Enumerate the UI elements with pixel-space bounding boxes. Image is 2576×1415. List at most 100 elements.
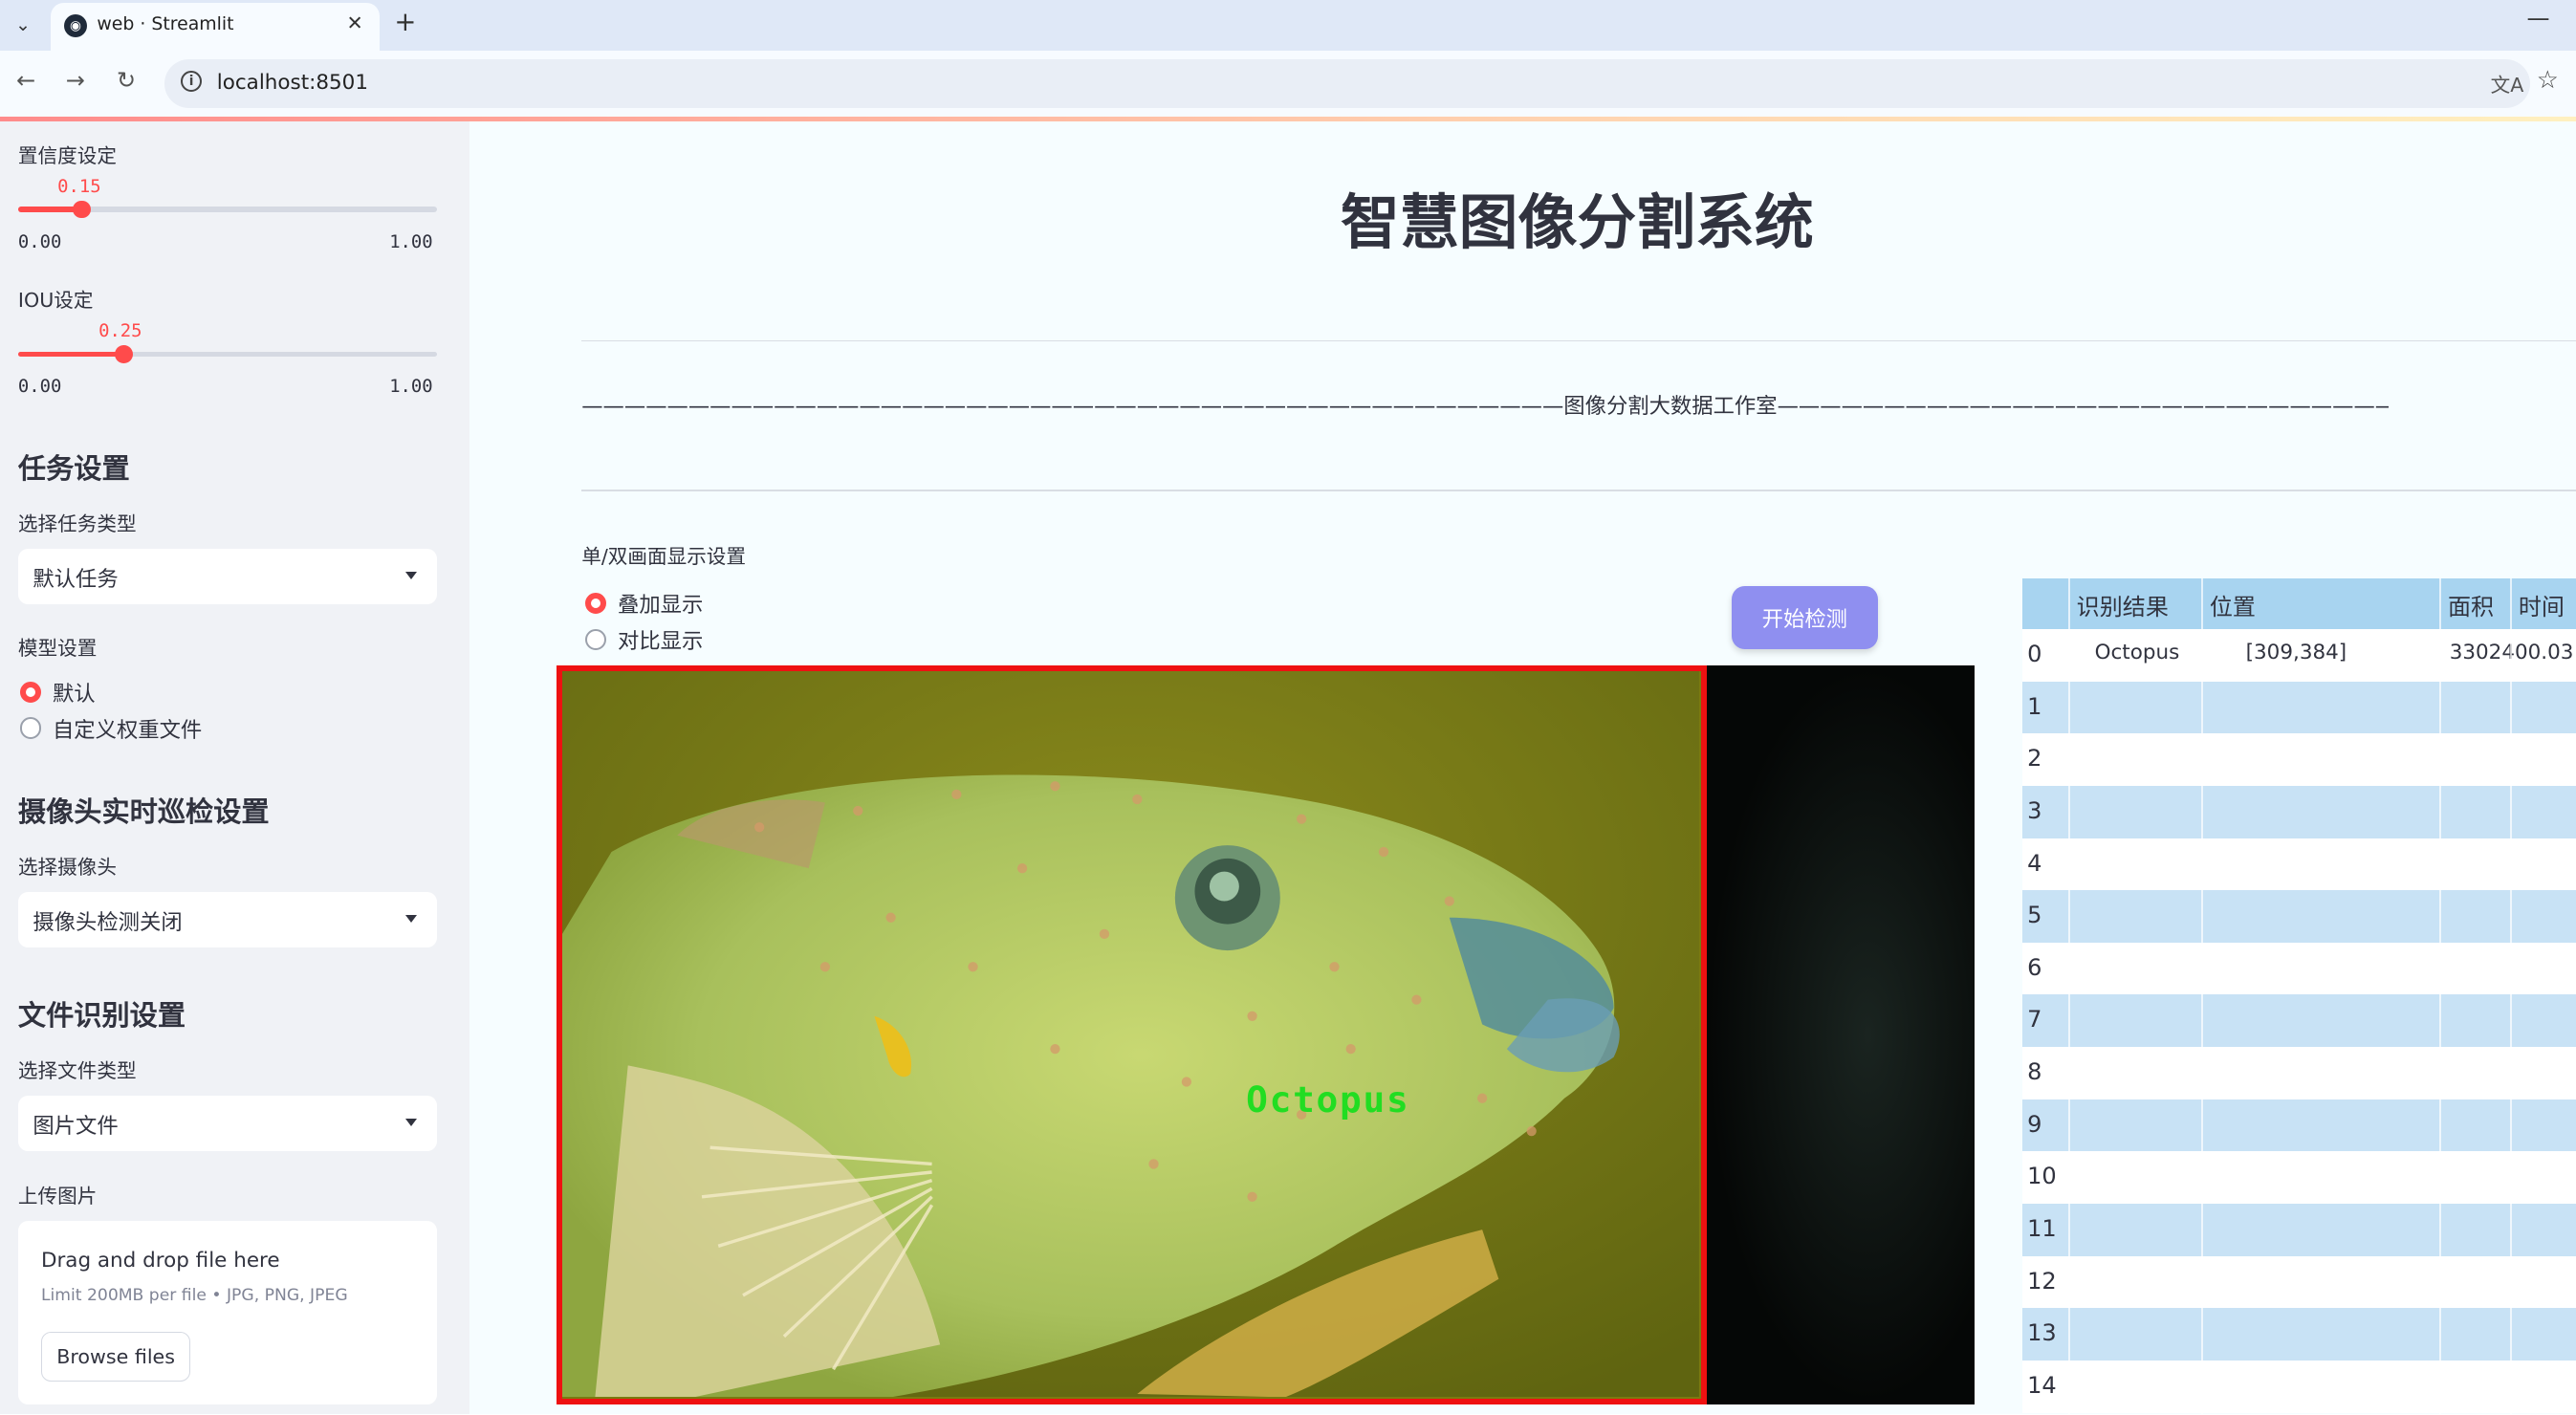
file-settings-header: 文件识别设置 [17, 999, 186, 1033]
camera-select-value: 摄像头检测关闭 [33, 909, 183, 935]
fish-illustration [562, 670, 1700, 1398]
row-index: 10 [2027, 1163, 2057, 1190]
image-dark-margin [1707, 664, 1976, 1404]
dropzone-limit: Limit 200MB per file • JPG, PNG, JPEG [40, 1286, 348, 1306]
browse-files-button[interactable]: Browse files [40, 1332, 191, 1382]
row-index: 8 [2027, 1058, 2042, 1086]
display-option-label: 对比显示 [617, 628, 704, 654]
forward-arrow-icon[interactable]: → [66, 67, 85, 94]
tab-search-chevron-icon[interactable]: ⌄ [7, 9, 39, 41]
new-tab-icon[interactable]: + [394, 7, 416, 37]
table-row[interactable]: 4 [2021, 838, 2576, 891]
dropzone-title: Drag and drop file here [40, 1248, 280, 1273]
divider [581, 489, 2576, 491]
confidence-value: 0.15 [57, 175, 101, 197]
cell-position: [309,384] [2245, 641, 2347, 665]
iou-slider[interactable] [17, 344, 437, 363]
confidence-label: 置信度设定 [17, 144, 117, 168]
row-index: 7 [2027, 1006, 2042, 1034]
file-type-label: 选择文件类型 [17, 1059, 137, 1082]
column-header-area[interactable]: 面积 [2448, 588, 2494, 621]
iou-min: 0.00 [17, 376, 62, 398]
row-index: 9 [2027, 1110, 2042, 1138]
address-bar[interactable]: i localhost:8501 文A ☆ [164, 58, 2559, 109]
row-index: 0 [2027, 641, 2042, 668]
result-image-panel: Octopus [557, 664, 1976, 1404]
bookmark-star-icon[interactable]: ☆ [2537, 66, 2559, 95]
task-type-value: 默认任务 [33, 566, 119, 592]
model-radio-custom[interactable]: 自定义权重文件 [19, 713, 203, 744]
table-row[interactable]: 11 [2021, 1204, 2576, 1256]
radio-selected-icon[interactable] [19, 681, 41, 703]
translate-icon[interactable]: 文A [2491, 69, 2524, 98]
row-index: 1 [2027, 692, 2042, 720]
table-header: 识别结果 位置 面积 时间 [2021, 577, 2576, 630]
row-index: 4 [2027, 849, 2042, 877]
table-row[interactable]: 5 [2021, 890, 2576, 944]
iou-max: 1.00 [389, 376, 433, 398]
table-row[interactable]: 14 [2021, 1360, 2576, 1413]
model-settings-label: 模型设置 [17, 637, 98, 661]
window-minimize-icon[interactable]: — [2526, 5, 2549, 32]
confidence-slider-thumb[interactable] [73, 200, 91, 219]
column-header-time[interactable]: 时间 [2519, 588, 2565, 621]
display-mode-label: 单/双画面显示设置 [581, 545, 747, 569]
url-text[interactable]: localhost:8501 [217, 71, 368, 95]
model-radio-default[interactable]: 默认 [19, 677, 96, 708]
tab-title: web · Streamlit [97, 12, 234, 34]
table-row[interactable]: 13 [2021, 1308, 2576, 1361]
browser-nav-bar: ← → ↻ i localhost:8501 文A ☆ [0, 51, 2576, 117]
iou-value: 0.25 [98, 320, 142, 342]
table-row[interactable]: 3 [2021, 785, 2576, 838]
column-header-result[interactable]: 识别结果 [2077, 588, 2169, 621]
browser-tab[interactable]: ◉ web · Streamlit ✕ [51, 3, 380, 52]
table-row[interactable]: 6 [2021, 942, 2576, 995]
confidence-slider[interactable] [17, 200, 437, 219]
chevron-down-icon [405, 571, 418, 579]
table-row[interactable]: 10 [2021, 1151, 2576, 1205]
table-row[interactable]: 9 [2021, 1099, 2576, 1152]
page-title: 智慧图像分割系统 [1341, 188, 1814, 258]
display-radio-compare[interactable]: 对比显示 [584, 624, 704, 655]
column-divider [2439, 577, 2442, 1415]
radio-unselected-icon[interactable] [19, 717, 41, 739]
back-arrow-icon[interactable]: ← [16, 67, 35, 94]
tab-close-icon[interactable]: ✕ [347, 11, 363, 34]
row-index: 12 [2027, 1267, 2057, 1295]
table-row[interactable]: 0Octopus[309,384]3302400.03 [2021, 629, 2576, 682]
table-row[interactable]: 7 [2021, 994, 2576, 1048]
column-header-position[interactable]: 位置 [2210, 588, 2256, 621]
table-row[interactable]: 12 [2021, 1255, 2576, 1309]
browser-tab-bar: ⌄ ◉ web · Streamlit ✕ + — [0, 0, 2576, 52]
row-index: 14 [2027, 1371, 2057, 1399]
file-type-select[interactable]: 图片文件 [17, 1095, 437, 1152]
studio-banner: ————————————————————————————————————————… [581, 394, 2389, 420]
table-row[interactable]: 8 [2021, 1047, 2576, 1100]
detection-label: Octopus [1246, 1078, 1410, 1121]
start-detection-button[interactable]: 开始检测 [1731, 586, 1878, 649]
radio-unselected-icon[interactable] [584, 628, 606, 651]
results-table[interactable]: 识别结果 位置 面积 时间 0Octopus[309,384]3302400.0… [2021, 577, 2576, 1415]
camera-select[interactable]: 摄像头检测关闭 [17, 891, 437, 948]
model-option-label: 自定义权重文件 [52, 717, 203, 743]
row-index: 5 [2027, 902, 2042, 929]
confidence-min: 0.00 [17, 231, 62, 253]
task-type-label: 选择任务类型 [17, 512, 137, 535]
site-info-icon[interactable]: i [180, 70, 203, 93]
task-type-select[interactable]: 默认任务 [17, 548, 437, 605]
streamlit-favicon-icon: ◉ [63, 14, 88, 38]
table-row[interactable]: 2 [2021, 733, 2576, 787]
table-row[interactable]: 1 [2021, 681, 2576, 734]
reload-icon[interactable]: ↻ [117, 67, 136, 94]
radio-selected-icon[interactable] [584, 592, 606, 615]
row-index: 11 [2027, 1215, 2057, 1243]
display-radio-overlay[interactable]: 叠加显示 [584, 588, 704, 619]
iou-label: IOU设定 [17, 289, 94, 313]
display-option-label: 叠加显示 [617, 593, 704, 619]
iou-slider-thumb[interactable] [114, 344, 133, 363]
file-type-value: 图片文件 [33, 1113, 119, 1139]
row-index: 6 [2027, 953, 2042, 981]
chevron-down-icon [405, 1119, 418, 1126]
file-dropzone[interactable]: Drag and drop file here Limit 200MB per … [17, 1220, 437, 1404]
confidence-slider-fill [17, 207, 81, 212]
